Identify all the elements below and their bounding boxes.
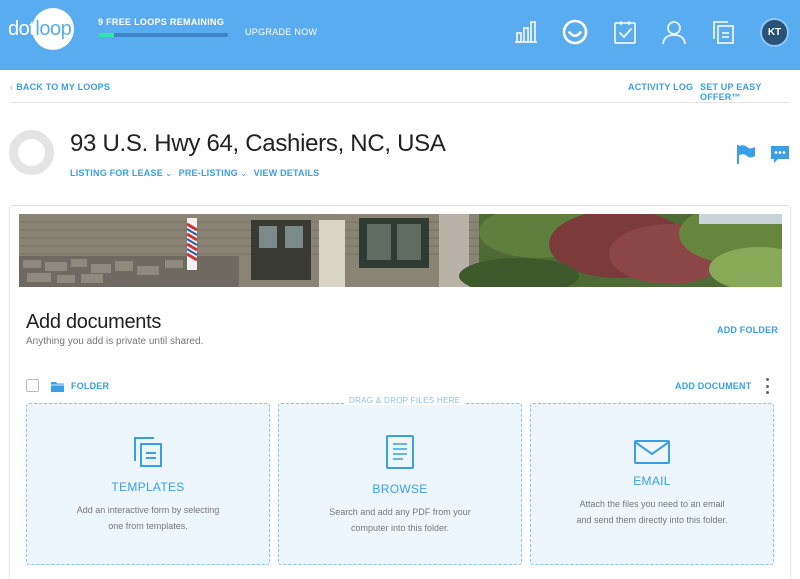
view-details-link[interactable]: VIEW DETAILS [254,168,320,179]
subnav-divider [10,102,790,103]
templates-icon[interactable] [709,18,737,46]
upgrade-now-link[interactable]: UPGRADE NOW [245,27,317,37]
property-banner-image [19,214,782,287]
loops-progress-bar [98,33,228,37]
templates-tile-desc-line2: one from templates. [108,521,188,531]
templates-icon [131,434,165,473]
chevron-down-icon: ⌄ [239,168,248,178]
dotloop-logo[interactable]: dot loop [8,7,75,51]
back-to-loops-link[interactable]: ‹ BACK TO MY LOOPS [10,82,110,92]
templates-tile-title: TEMPLATES [111,480,185,494]
email-tile[interactable]: EMAIL Attach the files you need to an em… [530,403,774,565]
user-avatar[interactable]: KT [760,18,789,47]
email-tile-desc-line1: Attach the files you need to an email [579,499,725,509]
browse-tile-desc-line1: Search and add any PDF from your [329,507,471,517]
easy-offer-link[interactable]: SET UP EASY OFFER™ [700,82,800,102]
browse-tile[interactable]: BROWSE Search and add any PDF from your … [278,403,522,565]
property-meta: LISTING FOR LEASE ⌄ PRE-LISTING ⌄ VIEW DET… [70,168,319,179]
browse-tile-title: BROWSE [372,482,428,496]
chevron-left-icon: ‹ [10,82,14,92]
document-icon [385,434,415,475]
folder-select-checkbox[interactable] [26,379,39,392]
status-dropdown[interactable]: PRE-LISTING ⌄ [179,168,248,179]
tasks-icon[interactable] [611,18,639,46]
loops-icon[interactable] [561,18,589,46]
add-document-button[interactable]: ADD DOCUMENT [675,381,751,391]
email-tile-description: Attach the files you need to an email an… [561,496,743,528]
transaction-type-dropdown[interactable]: LISTING FOR LEASE ⌄ [70,168,173,179]
property-photo-placeholder[interactable] [9,130,54,175]
activity-log-link[interactable]: ACTIVITY LOG [628,82,693,92]
logo-circle: loop [32,8,75,50]
loops-progress-fill [98,33,114,37]
people-icon[interactable] [660,18,688,46]
logo-text-right: loop [35,17,72,40]
email-tile-desc-line2: and send them directly into this folder. [576,515,728,525]
templates-tile-description: Add an interactive form by selecting one… [57,502,239,534]
avatar-initials: KT [767,27,782,38]
status-label: PRE-LISTING [178,168,238,178]
chat-icon[interactable] [769,143,791,165]
more-options-icon[interactable] [762,378,772,394]
email-tile-title: EMAIL [633,474,671,488]
browse-tile-desc-line2: computer into this folder. [350,523,450,533]
browse-tile-description: Search and add any PDF from your compute… [309,504,491,536]
property-title: 93 U.S. Hwy 64, Cashiers, NC, USA [70,130,446,157]
folder-icon [51,379,64,392]
analytics-icon[interactable] [512,18,540,46]
top-bar: dot loop 9 FREE LOOPS REMAINING UPGRADE … [0,0,800,70]
loops-remaining-label: 9 FREE LOOPS REMAINING [98,17,225,27]
chevron-down-icon: ⌄ [164,168,173,178]
back-to-loops-label: BACK TO MY LOOPS [16,82,111,92]
templates-tile[interactable]: TEMPLATES Add an interactive form by sel… [26,403,270,565]
templates-tile-desc-line1: Add an interactive form by selecting [76,505,220,515]
add-documents-subtitle: Anything you add is private until shared… [26,336,204,347]
envelope-icon [633,439,671,470]
add-documents-title: Add documents [26,311,162,333]
flag-icon[interactable] [735,143,757,165]
documents-card: Add documents Anything you add is privat… [9,205,791,579]
transaction-type-label: LISTING FOR LEASE [70,168,163,178]
add-folder-button[interactable]: ADD FOLDER [717,325,778,335]
logo-text-left: dot [8,17,35,40]
folder-name[interactable]: FOLDER [71,381,109,391]
drag-drop-hint: DRAG & DROP FILES HERE [345,396,465,405]
